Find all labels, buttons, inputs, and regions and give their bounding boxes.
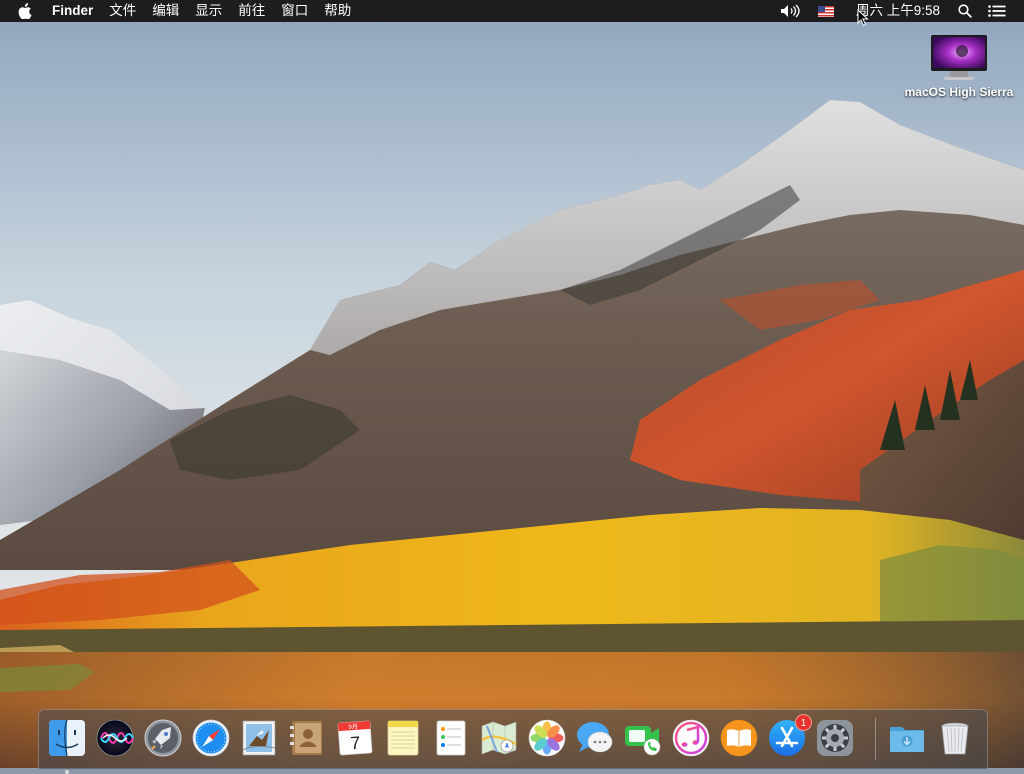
siri-icon xyxy=(96,719,134,757)
messages-icon xyxy=(577,722,613,753)
calendar-icon: 9月 7 xyxy=(337,720,373,756)
book-icon xyxy=(720,719,758,757)
monitor-icon xyxy=(931,35,987,80)
input-source-menu[interactable] xyxy=(810,0,842,22)
search-icon xyxy=(958,4,972,18)
folder-download-icon xyxy=(890,727,924,752)
dock-item-facetime[interactable] xyxy=(623,718,663,758)
dock-item-calendar[interactable]: 9月 7 xyxy=(335,718,375,758)
facetime-icon xyxy=(625,726,661,756)
reminders-icon xyxy=(436,720,466,756)
dock-item-mail[interactable] xyxy=(239,718,279,758)
volume-menu[interactable] xyxy=(772,0,810,22)
menu-go[interactable]: 前往 xyxy=(230,0,273,22)
photos-icon xyxy=(528,719,566,757)
dock-item-ibooks[interactable] xyxy=(719,718,759,758)
app-menu-finder[interactable]: Finder xyxy=(44,0,101,22)
menu-file[interactable]: 文件 xyxy=(101,0,144,22)
dock-item-itunes[interactable] xyxy=(671,718,711,758)
dock-item-messages[interactable] xyxy=(575,718,615,758)
finder-icon xyxy=(49,719,85,757)
us-flag-icon xyxy=(817,5,834,17)
apple-icon xyxy=(18,3,32,19)
dock-item-system-preferences[interactable] xyxy=(815,718,855,758)
desktop-icon-label: macOS High Sierra xyxy=(904,85,1014,99)
dock-item-contacts[interactable] xyxy=(287,718,327,758)
music-note-icon xyxy=(672,719,710,757)
menu-help[interactable]: 帮助 xyxy=(316,0,359,22)
notes-icon xyxy=(387,720,419,756)
spotlight-button[interactable] xyxy=(948,0,980,22)
menu-bar: Finder 文件 编辑 显示 前往 窗口 帮助 周六 上午9:58 xyxy=(0,0,1024,22)
dock-item-trash[interactable] xyxy=(935,718,975,758)
menu-window[interactable]: 窗口 xyxy=(273,0,316,22)
dock-item-downloads[interactable] xyxy=(887,718,927,758)
list-icon xyxy=(988,5,1006,17)
dock-item-app-store[interactable]: 1 xyxy=(767,714,812,758)
notification-center-button[interactable] xyxy=(980,0,1014,22)
dock-item-safari[interactable] xyxy=(191,718,231,758)
desktop-wallpaper xyxy=(0,0,1024,768)
address-book-icon xyxy=(290,721,322,755)
dock-item-launchpad[interactable] xyxy=(143,718,183,758)
dock-item-photos[interactable] xyxy=(527,718,567,758)
map-icon xyxy=(481,721,517,755)
apple-menu[interactable] xyxy=(0,3,44,19)
running-indicator xyxy=(65,770,69,774)
calendar-month-label: 9月 xyxy=(348,723,358,731)
dock-item-finder[interactable] xyxy=(47,718,87,774)
dock-separator xyxy=(875,718,876,760)
app-store-update-badge: 1 xyxy=(795,714,812,731)
menu-edit[interactable]: 编辑 xyxy=(144,0,187,22)
dock-item-siri[interactable] xyxy=(95,718,135,758)
mouse-cursor xyxy=(857,9,869,27)
rocket-icon xyxy=(144,719,182,757)
dock-item-reminders[interactable] xyxy=(431,718,471,758)
menu-view[interactable]: 显示 xyxy=(187,0,230,22)
dock-item-notes[interactable] xyxy=(383,718,423,758)
desktop-icon-macos-high-sierra[interactable]: macOS High Sierra xyxy=(893,33,1024,99)
volume-icon xyxy=(780,4,800,18)
trash-icon xyxy=(941,722,969,755)
compass-icon xyxy=(192,719,230,757)
dock-item-maps[interactable] xyxy=(479,718,519,758)
calendar-day-label: 7 xyxy=(350,733,361,754)
gear-icon xyxy=(817,720,853,756)
stamp-icon xyxy=(242,720,276,756)
dock: 9月 7 1 xyxy=(38,709,988,774)
